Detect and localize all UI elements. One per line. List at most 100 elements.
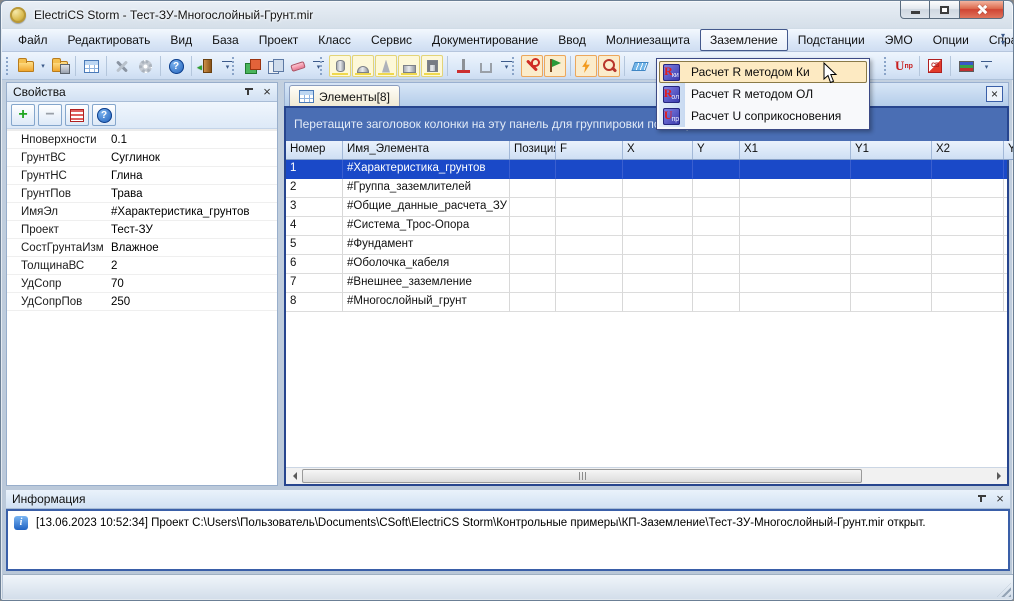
menu-item-Расчет U соприкосновения[interactable]: UпрРасчет U соприкосновения <box>659 105 867 127</box>
scroll-left-arrow[interactable] <box>286 468 303 484</box>
tools-icon[interactable] <box>111 55 133 77</box>
properties-close-icon[interactable]: × <box>261 86 273 98</box>
table-row[interactable]: 4#Система_Трос-Опора <box>286 217 1007 236</box>
wrench-icon[interactable] <box>521 55 543 77</box>
remove-button[interactable]: − <box>38 104 62 126</box>
column-header-Имя_Элемента[interactable]: Имя_Элемента <box>343 141 510 159</box>
grip-handle[interactable] <box>884 57 889 75</box>
menu-item-Редактировать[interactable]: Редактировать <box>58 29 161 51</box>
table-row[interactable]: 7#Внешнее_заземление <box>286 274 1007 293</box>
pin-icon[interactable] <box>243 86 255 98</box>
table-row[interactable]: 6#Оболочка_кабеля <box>286 255 1007 274</box>
list-button[interactable] <box>65 104 89 126</box>
open-icon[interactable] <box>15 55 37 77</box>
info-pin-icon[interactable] <box>976 493 988 505</box>
close-button[interactable] <box>959 1 1004 19</box>
help-icon[interactable]: ? <box>165 55 187 77</box>
property-value[interactable]: 250 <box>111 296 277 308</box>
table-row[interactable]: 2#Группа_заземлителей <box>286 179 1007 198</box>
property-value[interactable]: 70 <box>111 278 277 290</box>
property-value[interactable]: 2 <box>111 260 277 272</box>
column-header-Y1[interactable]: Y1 <box>851 141 932 159</box>
menu-item-Заземление[interactable]: Заземление <box>700 29 788 51</box>
eraser-icon[interactable] <box>287 55 309 77</box>
column-header-X[interactable]: X <box>623 141 693 159</box>
settings-icon[interactable] <box>134 55 156 77</box>
grip-handle[interactable] <box>512 57 517 75</box>
open-dropdown-caret[interactable]: ▾ <box>38 62 48 70</box>
layers-icon[interactable] <box>241 55 263 77</box>
bracket-icon[interactable] <box>475 55 497 77</box>
cylinder-icon[interactable] <box>329 55 351 77</box>
menu-item-Опции[interactable]: Опции <box>923 29 979 51</box>
menu-item-База[interactable]: База <box>202 29 249 51</box>
table-row[interactable]: 8#Многослойный_грунт <box>286 293 1007 312</box>
cone-icon[interactable] <box>375 55 397 77</box>
column-header-Позиция[interactable]: Позиция <box>510 141 556 159</box>
menu-item-Сервис[interactable]: Сервис <box>361 29 422 51</box>
property-value[interactable]: Влажное <box>111 242 277 254</box>
column-header-Y[interactable]: Y <box>693 141 740 159</box>
colors-icon[interactable] <box>955 55 977 77</box>
table-row[interactable]: 3#Общие_данные_расчета_ЗУ <box>286 198 1007 217</box>
help-icon: ? <box>97 108 112 123</box>
column-header-X1[interactable]: X1 <box>740 141 851 159</box>
property-value[interactable]: #Характеристика_грунтов <box>111 206 277 218</box>
flag-icon[interactable] <box>544 55 566 77</box>
rod-icon[interactable] <box>452 55 474 77</box>
column-header-X2[interactable]: X2 <box>932 141 1004 159</box>
dome-icon[interactable] <box>352 55 374 77</box>
bluegrid-icon[interactable] <box>629 55 651 77</box>
exit-icon[interactable] <box>196 55 218 77</box>
zoom-icon[interactable] <box>598 55 620 77</box>
upr-icon[interactable]: Uпр <box>893 55 915 77</box>
menu-item-Расчет R методом ОЛ[interactable]: RолРасчет R методом ОЛ <box>659 83 867 105</box>
menu-item-Файл[interactable]: Файл <box>8 29 58 51</box>
info-close-icon[interactable]: × <box>994 493 1006 505</box>
property-value[interactable]: Глина <box>111 170 277 182</box>
toolbar-overflow-icon[interactable]: ▾ <box>981 61 992 72</box>
box-icon[interactable] <box>398 55 420 77</box>
building-icon[interactable] <box>421 55 443 77</box>
add-button[interactable]: + <box>11 104 35 126</box>
property-value[interactable]: Тест-ЗУ <box>111 224 277 236</box>
cell-empty <box>556 217 623 236</box>
property-value[interactable]: Трава <box>111 188 277 200</box>
tab-close-button[interactable]: × <box>986 86 1003 102</box>
menu-item-ЭМО[interactable]: ЭМО <box>875 29 923 51</box>
grip-handle[interactable] <box>6 57 11 75</box>
cell-empty <box>851 255 932 274</box>
svt-icon[interactable]: СВ <box>924 55 946 77</box>
grip-handle[interactable] <box>232 57 237 75</box>
property-value[interactable]: 0.1 <box>111 134 277 146</box>
copy-icon[interactable] <box>264 55 286 77</box>
menu-item-Ввод[interactable]: Ввод <box>548 29 596 51</box>
column-header-F[interactable]: F <box>556 141 623 159</box>
grip-handle[interactable] <box>320 57 325 75</box>
cell-empty <box>1004 255 1007 274</box>
minimize-button[interactable] <box>900 1 930 19</box>
column-header-Номер[interactable]: Номер <box>286 141 343 159</box>
menu-item-Класс[interactable]: Класс <box>308 29 361 51</box>
maximize-button[interactable] <box>930 1 959 19</box>
bolt-icon[interactable] <box>575 55 597 77</box>
tab-elements[interactable]: Элементы[8] <box>289 85 400 107</box>
menu-item-Вид[interactable]: Вид <box>160 29 202 51</box>
menu-overflow-icon[interactable] <box>997 32 1009 48</box>
save-icon[interactable] <box>49 55 71 77</box>
scroll-right-arrow[interactable] <box>990 468 1007 484</box>
menu-item-Молниезащита[interactable]: Молниезащита <box>596 29 700 51</box>
cell-number: 6 <box>286 255 343 274</box>
menu-item-Проект[interactable]: Проект <box>249 29 309 51</box>
table-row[interactable]: 1#Характеристика_грунтов <box>286 160 1007 179</box>
scrollbar-thumb[interactable] <box>302 469 862 483</box>
column-header-Y[interactable]: Y <box>1004 141 1014 159</box>
resize-grip[interactable] <box>997 583 1011 597</box>
table-row[interactable]: 5#Фундамент <box>286 236 1007 255</box>
table-icon[interactable] <box>80 55 102 77</box>
menu-item-Подстанции[interactable]: Подстанции <box>788 29 875 51</box>
menu-item-Документирование[interactable]: Документирование <box>422 29 548 51</box>
property-value[interactable]: Суглинок <box>111 152 277 164</box>
help-button[interactable]: ? <box>92 104 116 126</box>
horizontal-scrollbar[interactable] <box>286 467 1007 484</box>
